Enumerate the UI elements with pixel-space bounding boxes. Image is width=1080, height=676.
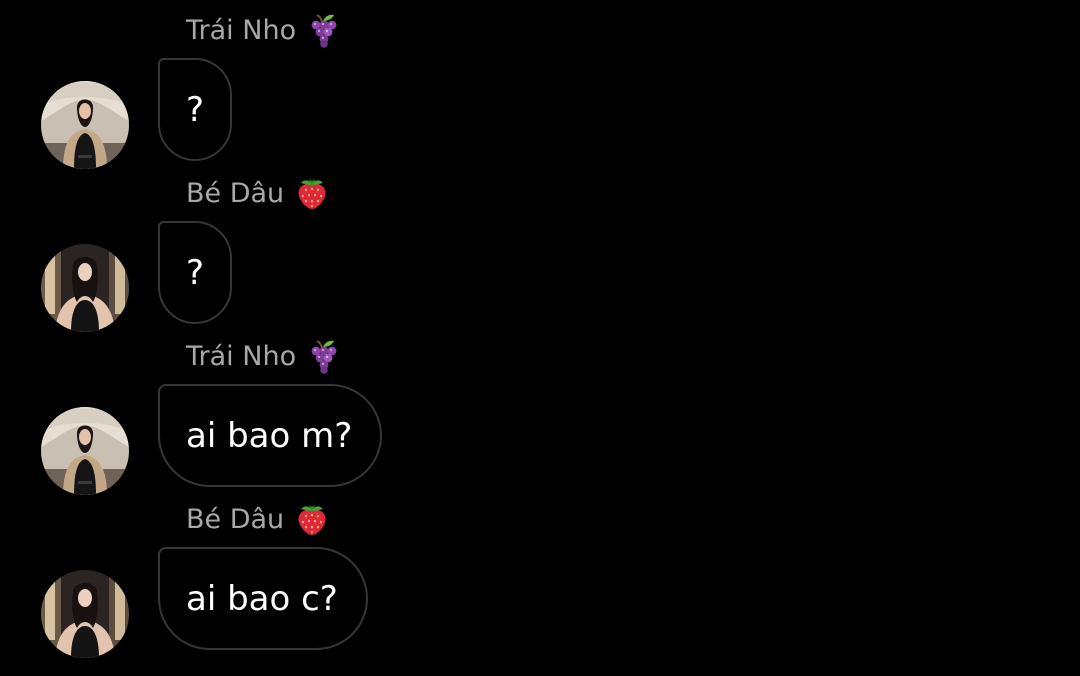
sender-name-label: Trái Nho <box>186 340 297 372</box>
message-group: Trái Nho ? <box>0 0 1080 163</box>
message-bubble[interactable]: ai bao c? <box>158 547 368 650</box>
avatar[interactable] <box>41 570 129 658</box>
message-thread: Trái Nho ? Bé Dâu ? Trái Nho ai bao m? B… <box>0 0 1080 676</box>
sender-name-label: Bé Dâu <box>186 503 285 535</box>
message-text: ai bao c? <box>186 578 338 619</box>
message-bubble[interactable]: ai bao m? <box>158 384 383 487</box>
message-group: Bé Dâu ? <box>0 163 1080 326</box>
message-group: Trái Nho ai bao m? <box>0 326 1080 489</box>
message-group: Bé Dâu ai bao c? <box>0 489 1080 652</box>
sender-name-label: Bé Dâu <box>186 177 285 209</box>
avatar[interactable] <box>41 244 129 332</box>
sender-name[interactable]: Trái Nho <box>186 336 342 376</box>
sender-name-label: Trái Nho <box>186 14 297 46</box>
message-text: ? <box>186 252 205 293</box>
message-text: ? <box>186 89 205 130</box>
avatar[interactable] <box>41 81 129 169</box>
message-bubble[interactable]: ? <box>158 221 232 324</box>
avatar[interactable] <box>41 407 129 495</box>
sender-name[interactable]: Trái Nho <box>186 10 342 50</box>
grapes-icon <box>306 12 342 48</box>
strawberry-icon <box>294 175 330 211</box>
sender-name[interactable]: Bé Dâu <box>186 499 330 539</box>
strawberry-icon <box>294 501 330 537</box>
grapes-icon <box>306 338 342 374</box>
message-bubble[interactable]: ? <box>158 58 232 161</box>
message-text: ai bao m? <box>186 415 353 456</box>
sender-name[interactable]: Bé Dâu <box>186 173 330 213</box>
